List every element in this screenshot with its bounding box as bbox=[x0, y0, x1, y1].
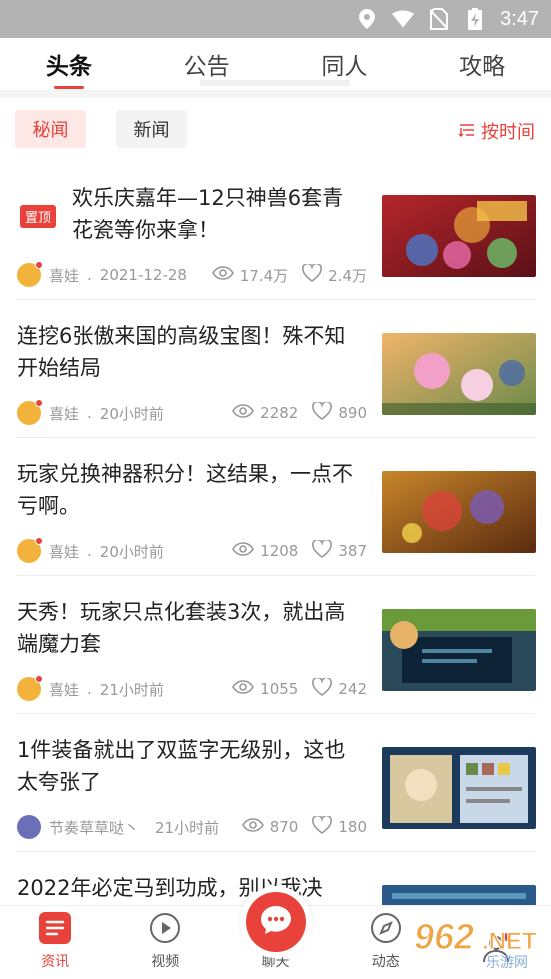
avatar[interactable] bbox=[17, 399, 43, 425]
view-count: 1055 bbox=[260, 680, 299, 698]
author-name: 节奏草草哒丶 bbox=[49, 818, 140, 837]
play-icon bbox=[148, 911, 182, 945]
separator: . bbox=[87, 542, 92, 560]
heart-icon[interactable] bbox=[302, 262, 323, 286]
nav-label: 视频 bbox=[151, 954, 180, 970]
list-item[interactable]: 置顶 欢乐庆嘉年—12只神兽6套青花瓷等你来拿！ 喜娃 . 2021-12-28… bbox=[0, 162, 551, 300]
nav-label: 动态 bbox=[371, 954, 400, 970]
avatar[interactable] bbox=[17, 815, 41, 839]
view-count: 870 bbox=[269, 818, 299, 836]
author-name: 喜娃 bbox=[49, 542, 80, 561]
clock: 3:47 bbox=[500, 7, 539, 30]
article-title[interactable]: 连挖6张傲来国的高级宝图！殊不知开始结局 bbox=[17, 320, 362, 384]
avatar[interactable] bbox=[17, 675, 43, 701]
logo-tld: .NET bbox=[482, 928, 537, 955]
status-bar: 3:47 bbox=[0, 0, 551, 38]
post-time: 21小时前 bbox=[99, 680, 164, 699]
bottom-nav: 资讯 视频 聊天 动态 962 .NET 乐游网 bbox=[0, 886, 551, 979]
heart-icon[interactable] bbox=[312, 676, 333, 700]
wifi-icon bbox=[392, 8, 415, 30]
sort-by-time-button[interactable]: 按时间 bbox=[458, 118, 535, 144]
tab-label: 攻略 bbox=[459, 54, 506, 80]
post-time: 20小时前 bbox=[99, 542, 164, 561]
list-item[interactable]: 天秀！玩家只点化套装3次，就出高端魔力套 喜娃 . 21小时前 1055 242 bbox=[0, 576, 551, 714]
article-thumbnail[interactable] bbox=[382, 747, 536, 829]
post-time: 20小时前 bbox=[99, 404, 164, 423]
like-count: 2.4万 bbox=[328, 266, 367, 285]
article-meta: 喜娃 . 2021-12-28 17.4万 2.4万 bbox=[17, 261, 367, 288]
article-meta: 节奏草草哒丶 21小时前 870 180 bbox=[17, 814, 367, 840]
list-item[interactable]: 连挖6张傲来国的高级宝图！殊不知开始结局 喜娃 . 20小时前 2282 890 bbox=[0, 300, 551, 438]
heart-icon[interactable] bbox=[312, 400, 333, 424]
heart-icon[interactable] bbox=[312, 814, 333, 838]
post-time: 21小时前 bbox=[155, 818, 220, 837]
watermark-graphic bbox=[200, 80, 350, 86]
article-title[interactable]: 玩家兑换神器积分！这结果，一点不亏啊。 bbox=[17, 458, 362, 522]
separator: . bbox=[87, 404, 92, 422]
eye-icon bbox=[232, 404, 255, 422]
author-name: 喜娃 bbox=[49, 404, 80, 423]
sort-icon bbox=[458, 121, 475, 142]
author-name: 喜娃 bbox=[49, 680, 80, 699]
no-sim-icon bbox=[428, 8, 450, 30]
filter-news-chip[interactable]: 新闻 bbox=[116, 110, 187, 148]
like-count: 242 bbox=[338, 680, 367, 698]
separator: . bbox=[87, 680, 92, 698]
eye-icon bbox=[232, 542, 255, 560]
nav-news[interactable]: 资讯 bbox=[0, 906, 110, 979]
section-gap bbox=[0, 90, 551, 98]
compass-icon bbox=[369, 911, 403, 945]
chat-bubble-icon bbox=[259, 904, 293, 940]
tab-label: 头条 bbox=[45, 54, 92, 80]
battery-charging-icon bbox=[464, 8, 486, 30]
news-icon bbox=[38, 911, 72, 945]
article-title[interactable]: 1件装备就出了双蓝字无级别，这也太夸张了 bbox=[17, 734, 362, 798]
filter-secret-chip[interactable]: 秘闻 bbox=[15, 110, 86, 148]
author-name: 喜娃 bbox=[49, 266, 80, 285]
list-item[interactable]: 玩家兑换神器积分！这结果，一点不亏啊。 喜娃 . 20小时前 1208 387 bbox=[0, 438, 551, 576]
avatar[interactable] bbox=[17, 261, 43, 287]
article-thumbnail[interactable] bbox=[382, 609, 536, 691]
site-logo-watermark: 962 .NET 乐游网 bbox=[413, 915, 537, 971]
view-count: 2282 bbox=[260, 404, 299, 422]
nav-chat[interactable]: 聊天 bbox=[220, 886, 330, 979]
filter-bar: 秘闻 新闻 按时间 bbox=[0, 98, 551, 162]
nav-label: 资讯 bbox=[41, 954, 70, 970]
eye-icon bbox=[232, 680, 255, 698]
list-item[interactable]: 1件装备就出了双蓝字无级别，这也太夸张了 节奏草草哒丶 21小时前 870 18… bbox=[0, 714, 551, 852]
like-count: 180 bbox=[338, 818, 367, 836]
view-count: 1208 bbox=[260, 542, 299, 560]
pinned-badge: 置顶 bbox=[20, 205, 57, 228]
logo-sub: 乐游网 bbox=[486, 955, 528, 971]
article-title[interactable]: 2022年必定马到功成，别以我决 bbox=[17, 872, 362, 904]
separator: . bbox=[87, 266, 92, 284]
article-title[interactable]: 欢乐庆嘉年—12只神兽6套青花瓷等你来拿！ bbox=[72, 182, 364, 246]
logo-number: 962 bbox=[414, 916, 474, 957]
view-count: 17.4万 bbox=[239, 266, 289, 285]
article-thumbnail[interactable] bbox=[382, 333, 536, 415]
nav-video[interactable]: 视频 bbox=[110, 906, 220, 979]
article-thumbnail[interactable] bbox=[382, 471, 536, 553]
heart-icon[interactable] bbox=[312, 538, 333, 562]
post-time: 2021-12-28 bbox=[99, 266, 187, 284]
article-meta: 喜娃 . 21小时前 1055 242 bbox=[17, 675, 367, 702]
location-icon bbox=[356, 8, 378, 30]
sort-label: 按时间 bbox=[481, 122, 535, 143]
eye-icon bbox=[241, 818, 264, 836]
tab-headlines[interactable]: 头条 bbox=[0, 38, 138, 90]
article-thumbnail[interactable] bbox=[382, 195, 536, 277]
article-meta: 喜娃 . 20小时前 2282 890 bbox=[17, 399, 367, 426]
avatar[interactable] bbox=[17, 537, 43, 563]
like-count: 890 bbox=[338, 404, 367, 422]
eye-icon bbox=[211, 266, 234, 284]
like-count: 387 bbox=[338, 542, 367, 560]
article-title[interactable]: 天秀！玩家只点化套装3次，就出高端魔力套 bbox=[17, 596, 362, 660]
chat-button[interactable] bbox=[239, 886, 312, 958]
tab-guides[interactable]: 攻略 bbox=[413, 38, 551, 90]
article-meta: 喜娃 . 20小时前 1208 387 bbox=[17, 537, 367, 564]
